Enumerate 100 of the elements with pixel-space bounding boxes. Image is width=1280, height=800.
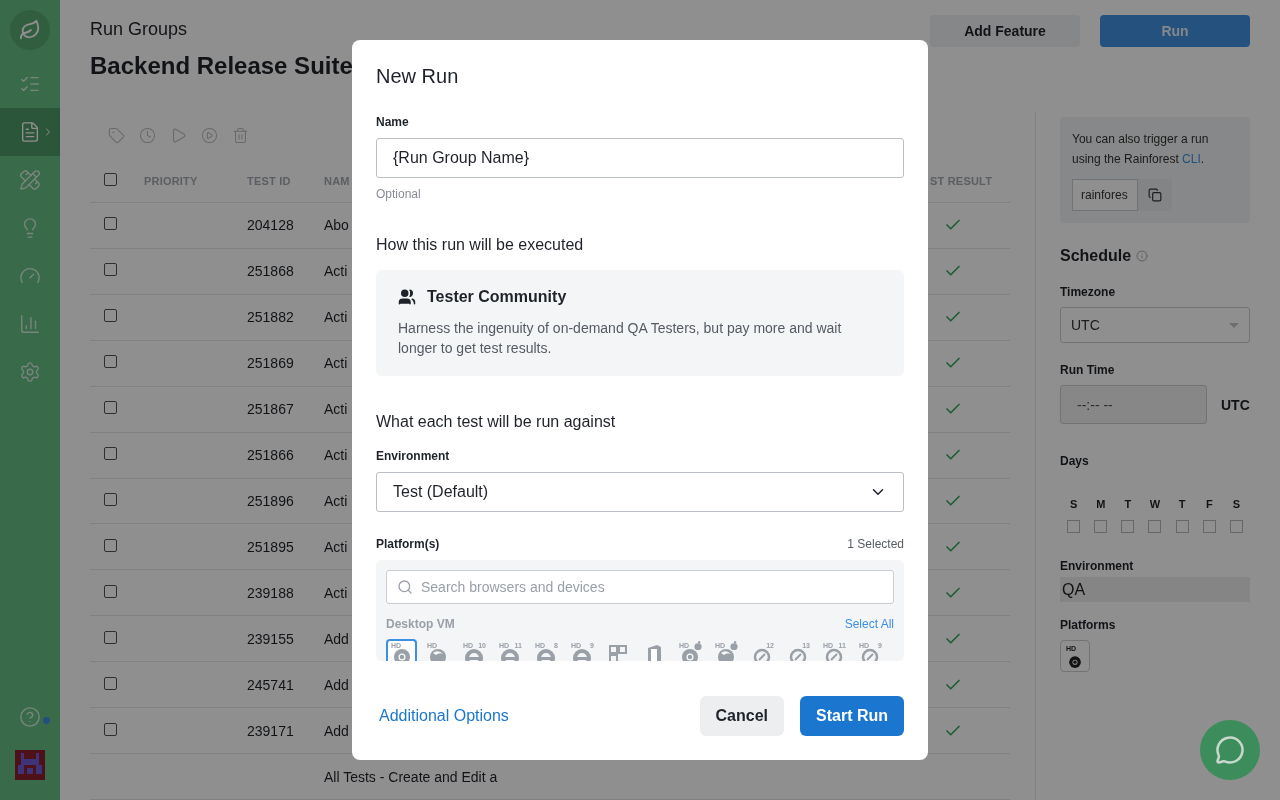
copy-button[interactable] (1138, 179, 1172, 211)
test-name[interactable]: Add (324, 722, 349, 739)
day-checkbox[interactable] (1175, 520, 1189, 533)
sidebar-item[interactable] (0, 108, 60, 156)
chat-icon (1215, 735, 1245, 765)
run-time-label: Run Time (1060, 363, 1116, 377)
day-checkbox[interactable] (1094, 520, 1108, 533)
test-id: 251895 (247, 538, 294, 555)
section-heading: How this run will be executed (376, 236, 585, 254)
test-name[interactable]: Acti (324, 584, 348, 601)
search-icon (397, 579, 413, 595)
test-id: 239171 (247, 722, 294, 739)
play-icon[interactable] (170, 127, 187, 145)
test-id: 251896 (247, 493, 294, 509)
day-checkbox[interactable] (1148, 520, 1162, 533)
row-checkbox[interactable] (104, 584, 117, 598)
test-name[interactable]: Acti (324, 493, 348, 509)
environment-field[interactable]: QA (1060, 577, 1250, 602)
row-checkbox[interactable] (104, 630, 117, 644)
row-checkbox[interactable] (104, 493, 117, 506)
day-checkbox[interactable] (1121, 520, 1135, 533)
test-id: 251869 (247, 355, 294, 372)
bar-chart-icon (19, 313, 41, 335)
page-title: Backend Release Suite (90, 52, 353, 80)
leaf-icon (19, 19, 41, 41)
dialog-title: New Run (376, 64, 460, 88)
row-checkbox[interactable] (104, 722, 117, 736)
tag-icon[interactable] (108, 127, 125, 145)
row-checkbox[interactable] (104, 355, 117, 369)
test-name[interactable]: Add (324, 630, 349, 647)
test-name[interactable]: Acti (324, 309, 348, 326)
name-label: Name (376, 115, 410, 129)
row-checkbox[interactable] (104, 447, 117, 461)
day-label: F (1205, 498, 1213, 510)
test-id: 251882 (247, 309, 294, 326)
test-id: 239155 (247, 630, 294, 647)
row-checkbox[interactable] (104, 217, 117, 231)
selected-count: 1 Selected (847, 537, 904, 551)
row-checkbox[interactable] (104, 309, 117, 323)
execution-description: Harness the ingenuity of on-demand QA Testers, but pay more and wait longer to get test results. (398, 319, 843, 358)
test-name[interactable]: Acti (324, 401, 348, 418)
platforms-label: Platform(s) (376, 537, 440, 551)
select-all-link[interactable]: Select All (844, 617, 894, 631)
test-id: 251867 (247, 401, 294, 418)
environment-label: Environment (376, 449, 451, 463)
avatar-icon[interactable] (15, 750, 45, 780)
test-name[interactable]: Add (324, 676, 349, 693)
cli-command-field[interactable]: rainfores (1072, 179, 1138, 211)
users-icon (398, 288, 416, 306)
clock-icon[interactable] (139, 127, 156, 145)
day-checkbox[interactable] (1229, 520, 1243, 533)
settings-icon (19, 361, 41, 383)
day-checkbox[interactable] (1067, 520, 1081, 533)
test-name[interactable]: Acti (324, 263, 348, 280)
info-icon[interactable] (1136, 250, 1149, 262)
chat-launcher[interactable] (1200, 720, 1260, 780)
tiles-icon (606, 643, 629, 661)
platform-search-field[interactable]: Search browsers and devices (386, 570, 894, 604)
day-label: T (1178, 498, 1186, 510)
copy-icon (1148, 188, 1162, 202)
day-label: S (1232, 498, 1241, 510)
name-hint: Optional (376, 187, 422, 201)
breadcrumb[interactable]: Run Groups (90, 19, 353, 40)
timezone-suffix: UTC (1221, 396, 1250, 413)
row-checkbox[interactable] (104, 401, 117, 415)
test-name[interactable]: Acti (324, 538, 348, 555)
test-name[interactable]: Abo (324, 217, 349, 234)
test-name[interactable]: All Tests - Create and Edit a (324, 768, 498, 785)
app-logo[interactable] (10, 10, 50, 50)
select-all-checkbox[interactable] (104, 173, 117, 187)
execution-card[interactable]: Tester Community Harness the ingenuity of on-demand QA Testers, but pay more and wait longer to get test results. (376, 270, 904, 376)
timezone-select[interactable]: UTC (1060, 307, 1250, 343)
run-time-field[interactable]: --:-- -- (1060, 385, 1207, 424)
add-feature-button[interactable]: Add Feature (930, 15, 1080, 47)
play-circle-icon[interactable] (201, 127, 218, 145)
trash-icon[interactable] (232, 127, 249, 145)
additional-options-link[interactable]: Additional Options (376, 707, 509, 725)
test-name[interactable]: Acti (324, 447, 348, 464)
document-icon (19, 121, 41, 143)
day-checkbox[interactable] (1202, 520, 1216, 533)
environment-label: Environment (1060, 559, 1135, 573)
section-heading: What each test will be run against (376, 413, 617, 431)
execution-title: Tester Community (427, 288, 567, 306)
days-label: Days (1060, 454, 1090, 468)
row-checkbox[interactable] (104, 538, 117, 552)
platforms-label: Platforms (1060, 618, 1117, 632)
pencil-ruler-icon (19, 169, 41, 191)
test-id: 251866 (247, 447, 294, 464)
start-run-button[interactable]: Start Run (800, 696, 904, 736)
cancel-button[interactable]: Cancel (699, 696, 784, 736)
help-icon[interactable] (19, 706, 41, 728)
schedule-heading: Schedule (1060, 247, 1132, 265)
row-checkbox[interactable] (104, 263, 117, 277)
cli-hint: You can also trigger a run using the Rainforest CLI. (1072, 131, 1210, 168)
environment-select[interactable]: Test (Default) (376, 472, 904, 512)
row-checkbox[interactable] (104, 676, 117, 690)
name-field[interactable]: {Run Group Name} (376, 138, 904, 178)
group-title: Desktop VM (386, 617, 455, 631)
test-name[interactable]: Acti (324, 355, 348, 372)
day-label: W (1149, 498, 1161, 510)
